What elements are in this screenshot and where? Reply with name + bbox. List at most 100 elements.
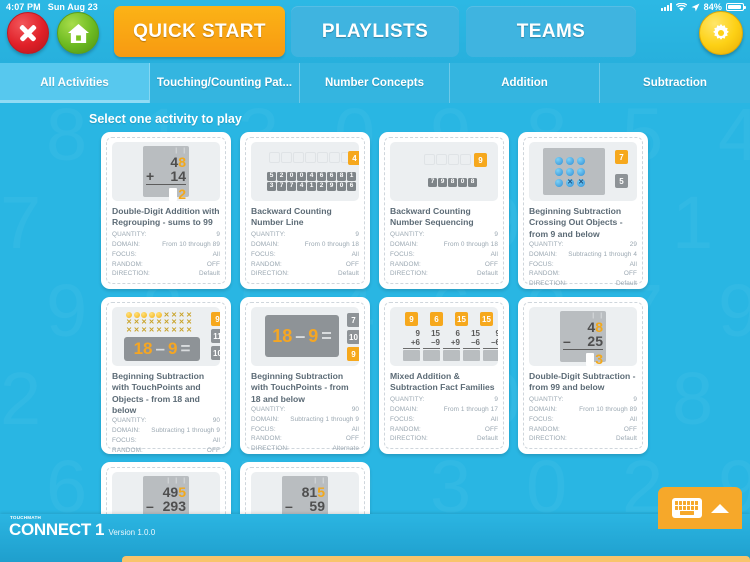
stat-row: DOMAIN: Subtracting 1 through 9 <box>112 426 220 436</box>
app-version: Version 1.0.0 <box>108 528 156 537</box>
stat-row: QUANTITY: 9 <box>112 230 220 240</box>
activity-thumbnail: 18–9 = 7 10 9 <box>251 307 359 366</box>
object-dot <box>577 168 585 176</box>
subtab-addition-label: Addition <box>501 77 548 89</box>
activity-list-panel[interactable]: Select one activity to play | | 4 8 +1 4 2 Doub… <box>0 103 750 514</box>
stat-label: DOMAIN: <box>529 406 558 414</box>
activity-card[interactable]: 4 5 2 0 0 4 6 6 8 1 3 7 7 4 1 2 9 0 6 Backward Counting Num… <box>240 132 370 289</box>
activity-card[interactable]: | | | 4 9 5–2 9 3 <box>101 462 231 514</box>
stat-value: 9 <box>355 231 359 239</box>
activity-card-inner: 9 7 9 8 0 8 Backward Counting Number Sequencin… <box>384 137 504 284</box>
category-tab-bar: All Activities Touching/Counting Pat... … <box>0 63 750 103</box>
stat-label: RANDOM: <box>390 425 421 433</box>
activity-thumbnail: 4520046681377412906 <box>251 142 359 201</box>
stat-row: DIRECTION: Default <box>390 434 498 444</box>
app-footer: TOUCHMATH CONNECT 1 Version 1.0.0 <box>0 487 750 562</box>
problem-operator: – <box>285 498 293 514</box>
stat-row: FOCUS: All <box>529 415 637 425</box>
activity-title: Double-Digit Addition with Regrouping - … <box>112 206 220 228</box>
number-tile: 4 <box>307 172 316 181</box>
object-dot <box>577 157 585 165</box>
problem-top-number: 815 <box>301 484 325 500</box>
touchpoint-crossed: ✕ <box>171 326 177 334</box>
subtab-addition[interactable]: Addition <box>450 63 600 103</box>
footer-accent-strip <box>122 556 750 562</box>
stat-label: QUANTITY: <box>529 241 564 249</box>
subtab-touching-counting[interactable]: Touching/Counting Pat... <box>150 63 300 103</box>
activity-thumbnail: 979808 <box>390 142 498 201</box>
sequence-empty-box <box>424 154 435 165</box>
subtab-all-activities-label: All Activities <box>40 77 109 89</box>
object-dot-crossed: ✕ <box>566 179 574 187</box>
logo-connect-text: CONNECT <box>9 520 91 539</box>
answer-badge-2: 10 <box>347 330 359 344</box>
touchpoint-crossed: ✕ <box>178 319 185 326</box>
subtab-subtraction[interactable]: Subtraction <box>600 63 750 103</box>
close-icon <box>19 24 38 43</box>
close-button[interactable] <box>7 12 49 54</box>
stat-row: DIRECTION: Alternate <box>251 444 359 454</box>
fact-top: 15 <box>471 329 480 338</box>
problem-rule <box>563 349 603 350</box>
object-dot <box>555 179 563 187</box>
answer-badge-3: 10 <box>211 346 220 360</box>
fact-problem: 9 –6 <box>483 329 498 361</box>
stat-value: OFF <box>345 435 359 443</box>
fact-rule <box>403 347 420 349</box>
chevron-up-icon[interactable] <box>710 503 729 513</box>
activity-card[interactable]: ✕ ✕ ✕ ✕ ✕ ✕ ✕ ✕ ✕ ✕ ✕ ✕ ✕ ✕ ✕ ✕ ✕ ✕ ✕ ✕ ✕ ✕ 18–9 = 9 11 10 Beginnin… <box>101 297 231 454</box>
stat-label: DIRECTION: <box>251 444 289 452</box>
stat-value: All <box>212 436 220 444</box>
stat-value: All <box>351 425 359 433</box>
stat-value: All <box>629 260 637 268</box>
activity-card[interactable]: | | 4 8–2 5 3 Double-Digit Subtraction - from … <box>518 297 648 454</box>
stat-value: Default <box>199 270 220 278</box>
touchpoint-crossed: ✕ <box>178 311 185 319</box>
stat-label: DOMAIN: <box>390 406 419 414</box>
numberline-empty-box <box>329 152 340 163</box>
activity-card[interactable]: 9 7 9 8 0 8 Backward Counting Number Sequencin… <box>379 132 509 289</box>
wifi-icon <box>675 2 687 11</box>
stat-value: 29 <box>629 241 637 249</box>
activity-card[interactable]: | | 8 1 5–5 9 <box>240 462 370 514</box>
activity-card[interactable]: ✕ ✕ 7 5 Beginning Subtraction Crossing Out O… <box>518 132 648 289</box>
activity-stats: QUANTITY: 29 DOMAIN: Subtracting 1 through … <box>529 240 637 289</box>
stat-value: Default <box>338 270 359 278</box>
subtab-all-activities[interactable]: All Activities <box>0 63 150 103</box>
stat-label: QUANTITY: <box>112 231 147 239</box>
number-tile: 0 <box>458 178 467 187</box>
number-tile: 0 <box>337 182 346 191</box>
number-tile: 8 <box>468 178 477 187</box>
stat-value: OFF <box>484 425 498 433</box>
activity-thumbnail: | | 4 8–2 5 3 <box>529 307 637 366</box>
number-tile: 3 <box>267 182 276 191</box>
home-button[interactable] <box>57 12 99 54</box>
sequence-empty-box <box>448 154 459 165</box>
activity-thumbnail: ✕ ✕ ✕ ✕ ✕ ✕ ✕ ✕ ✕ ✕ ✕ ✕ ✕ ✕ ✕ ✕ ✕ ✕ ✕ ✕ ✕ ✕ 18–9 = 9 11 10 <box>112 307 220 366</box>
fact-problem: 6 +9 <box>443 329 460 361</box>
stat-row: QUANTITY: 9 <box>529 395 637 405</box>
activity-stats: QUANTITY: 9 DOMAIN: From 10 through 89 FOCUS… <box>529 395 637 445</box>
stat-row: RANDOM: OFF <box>390 260 498 270</box>
activity-thumbnail: 9 6 15 15 9 +6 15 –9 6 +9 15 –6 9 –6 <box>390 307 498 366</box>
sequence-empty-box <box>436 154 447 165</box>
settings-button[interactable] <box>699 11 743 55</box>
stat-value: Default <box>616 279 637 287</box>
subtab-number-concepts[interactable]: Number Concepts <box>300 63 450 103</box>
stat-label: FOCUS: <box>112 250 137 258</box>
activity-title: Backward Counting Number Line <box>251 206 332 228</box>
activity-card[interactable]: 9 6 15 15 9 +6 15 –9 6 +9 15 –6 9 –6 Mixed Addition & … <box>379 297 509 454</box>
activity-card-inner: 9 6 15 15 9 +6 15 –9 6 +9 15 –6 9 –6 Mixed Addition & … <box>384 302 504 449</box>
answer-blank <box>169 187 178 201</box>
vertical-problem-art: | | | 4 9 5–2 9 3 <box>143 476 189 514</box>
touchpoint-crossed: ✕ <box>186 326 192 334</box>
activity-card[interactable]: 18–9 = 7 10 9 Beginning Subtraction with Touc… <box>240 297 370 454</box>
number-tile: 8 <box>448 178 457 187</box>
stat-value: From 10 through 89 <box>162 241 220 249</box>
keyboard-toggle-button[interactable] <box>658 487 742 529</box>
problem-bottom-number: +1 4 <box>146 168 186 184</box>
stat-label: DOMAIN: <box>390 241 419 249</box>
number-tile: 7 <box>428 178 437 187</box>
activity-card[interactable]: | | 4 8 +1 4 2 Double-Digit Addition with Regro… <box>101 132 231 289</box>
touchpoint-crossed: ✕ <box>163 311 170 319</box>
